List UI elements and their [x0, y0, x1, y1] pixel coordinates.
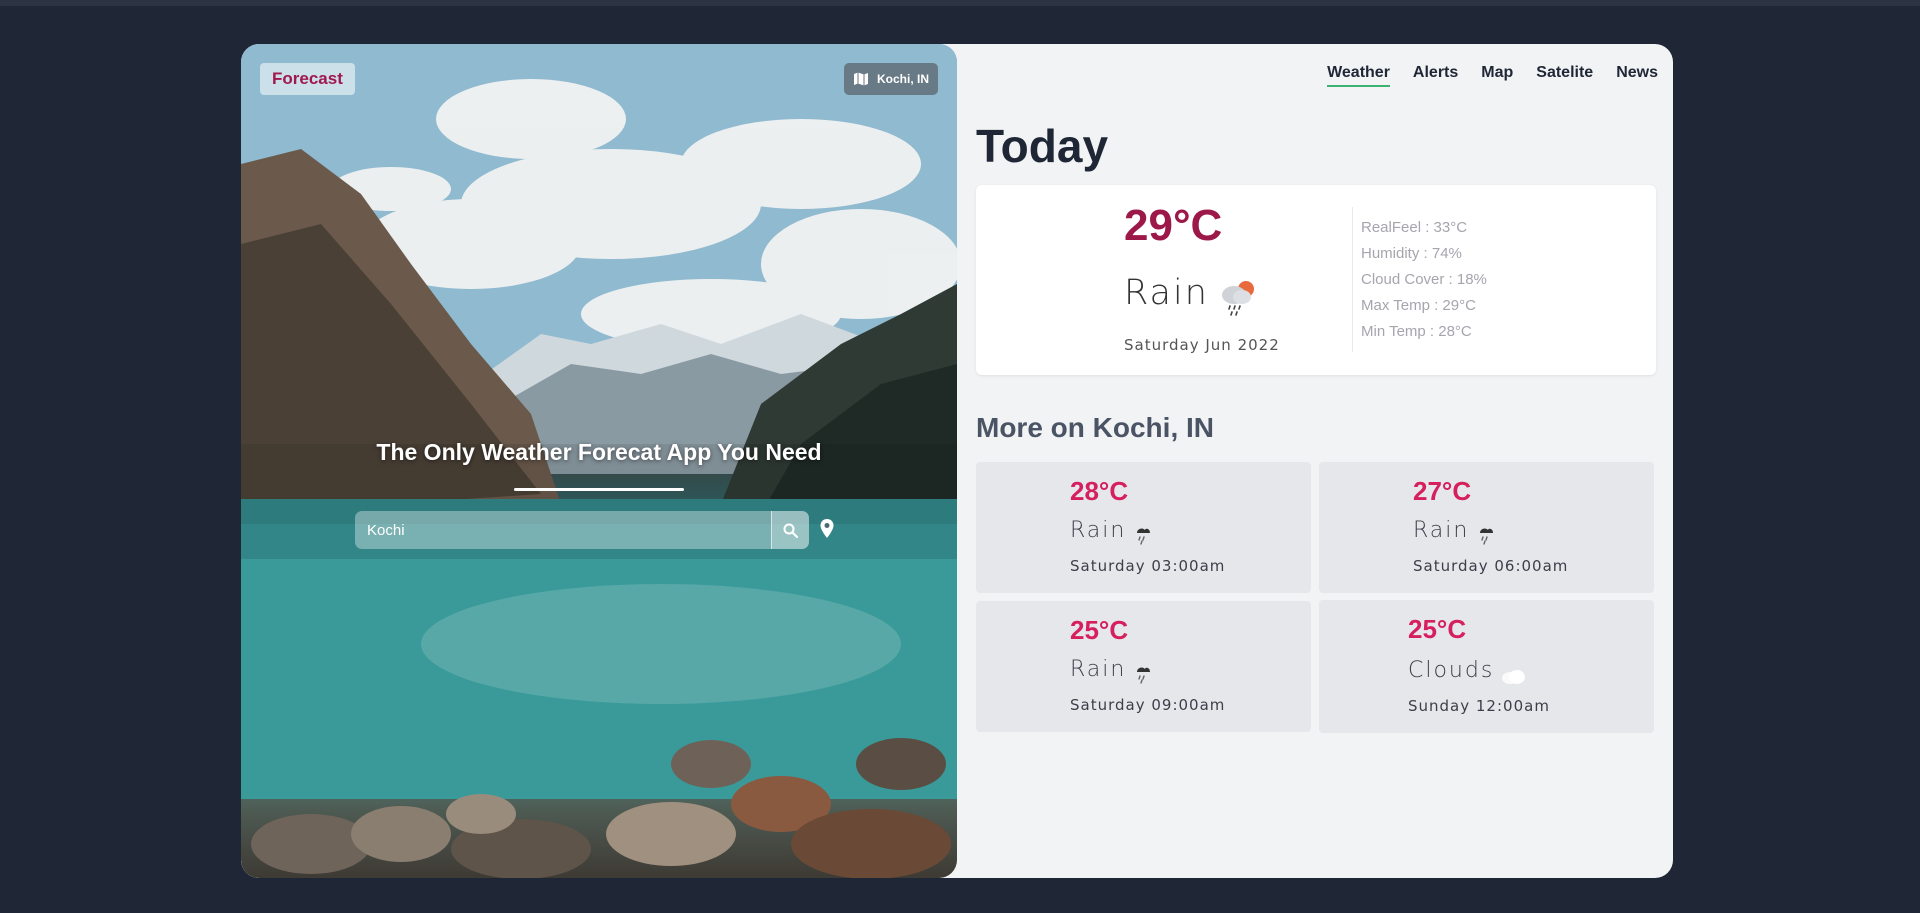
forecast-condition: Rain: [1413, 518, 1470, 543]
today-card: 29°C Rain Saturday Jun 2022 RealFeel : 3…: [976, 185, 1656, 375]
stat-min-temp: Min Temp : 28°C: [1361, 323, 1472, 340]
forecast-card[interactable]: 25°C Clouds Sunday 12:00am: [1319, 600, 1654, 733]
search-button[interactable]: [771, 511, 809, 549]
rain-sun-icon: [1222, 281, 1254, 316]
nav-map[interactable]: Map: [1481, 64, 1513, 87]
forecast-condition: Clouds: [1408, 658, 1495, 683]
location-pin-icon[interactable]: [819, 518, 835, 540]
hero-tagline: The Only Weather Forecat App You Need: [376, 439, 822, 465]
stat-max-temp: Max Temp : 29°C: [1361, 297, 1476, 314]
today-divider: [1352, 207, 1353, 352]
search-icon: [783, 523, 798, 538]
browser-top-strip: [0, 0, 1920, 6]
forecast-temperature: 25°C: [1070, 615, 1129, 645]
forecast-card[interactable]: 27°C Rain Saturday 06:00am: [1319, 462, 1654, 593]
rain-icon: [1137, 528, 1150, 545]
cloud-icon: [1502, 670, 1525, 684]
stat-cloud-cover: Cloud Cover : 18%: [1361, 271, 1487, 288]
search-input[interactable]: [355, 511, 771, 549]
today-title: Today: [976, 120, 1109, 172]
brand-logo[interactable]: Forecast: [260, 63, 355, 95]
forecast-temperature: 27°C: [1413, 476, 1472, 506]
rain-icon: [1480, 528, 1493, 545]
location-chip[interactable]: Kochi, IN: [843, 63, 938, 95]
forecast-temperature: 28°C: [1070, 476, 1129, 506]
forecast-temperature: 25°C: [1408, 614, 1467, 644]
stat-realfeel: RealFeel : 33°C: [1361, 219, 1468, 236]
top-nav: Weather Alerts Map Satelite News: [1327, 64, 1658, 87]
forecast-time: Saturday 06:00am: [1413, 557, 1569, 575]
today-stats: RealFeel : 33°C Humidity : 74% Cloud Cov…: [1361, 215, 1487, 345]
forecast-card[interactable]: 25°C Rain Saturday 09:00am: [976, 601, 1311, 732]
forecast-time: Sunday 12:00am: [1408, 697, 1550, 715]
nav-news[interactable]: News: [1616, 64, 1658, 87]
nav-alerts[interactable]: Alerts: [1413, 64, 1458, 87]
hero-panel: Forecast Kochi, IN The Only Weather Fore…: [241, 44, 957, 878]
search-bar: [355, 511, 809, 549]
more-section-title: More on Kochi, IN: [976, 412, 1214, 443]
today-condition: Rain: [1124, 273, 1209, 313]
forecast-condition: Rain: [1070, 657, 1127, 682]
map-icon: [853, 72, 868, 86]
stat-humidity: Humidity : 74%: [1361, 245, 1462, 262]
forecast-condition: Rain: [1070, 518, 1127, 543]
nav-weather[interactable]: Weather: [1327, 64, 1390, 87]
nav-satelite[interactable]: Satelite: [1536, 64, 1593, 87]
app-card: Forecast Kochi, IN The Only Weather Fore…: [241, 44, 1673, 878]
location-chip-label: Kochi, IN: [876, 72, 929, 86]
forecast-card[interactable]: 28°C Rain Saturday 03:00am: [976, 462, 1311, 593]
forecast-time: Saturday 03:00am: [1070, 557, 1226, 575]
today-date: Saturday Jun 2022: [1124, 336, 1280, 354]
rain-icon: [1137, 667, 1150, 684]
forecast-time: Saturday 09:00am: [1070, 696, 1226, 714]
today-temperature: 29°C: [1124, 201, 1223, 250]
tagline-underline: [514, 488, 684, 491]
